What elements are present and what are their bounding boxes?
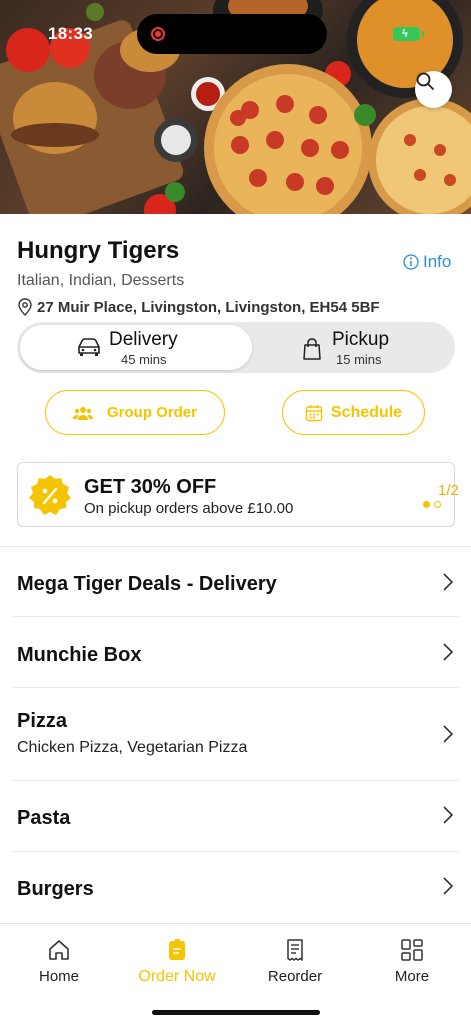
nav-order-now[interactable]: Order Now (118, 938, 236, 986)
receipt-icon (287, 939, 303, 961)
search-icon (416, 72, 434, 90)
divider (12, 780, 459, 781)
home-indicator[interactable] (152, 1010, 320, 1015)
category-title: Burgers (17, 878, 94, 900)
delivery-option[interactable]: Delivery 45 mins (20, 325, 252, 370)
chevron-right-icon (443, 643, 454, 661)
group-icon (72, 406, 93, 420)
promo-card[interactable]: GET 30% OFF On pickup orders above £10.0… (17, 462, 459, 527)
nav-reorder[interactable]: Reorder (236, 938, 354, 985)
chevron-right-icon (443, 806, 454, 824)
divider (12, 851, 459, 852)
nav-home[interactable]: Home (0, 938, 118, 985)
chevron-right-icon (443, 877, 454, 895)
restaurant-name: Hungry Tigers (17, 237, 180, 264)
chevron-right-icon (443, 725, 454, 743)
pickup-time: 15 mins (336, 352, 382, 367)
category-title: Mega Tiger Deals - Delivery (17, 573, 277, 595)
pickup-label: Pickup (332, 329, 390, 350)
chevron-right-icon (443, 573, 454, 591)
divider (0, 546, 471, 547)
delivery-label: Delivery (109, 329, 178, 350)
info-button[interactable]: Info (403, 252, 451, 272)
status-time: 18:33 (48, 24, 93, 43)
group-order-button[interactable]: Group Order (45, 390, 225, 435)
schedule-label: Schedule (330, 403, 403, 421)
nav-more-label: More (394, 968, 430, 985)
bottom-nav: Home Order Now Reorder More (0, 923, 471, 1024)
pickup-option[interactable]: Pickup 15 mins (252, 325, 452, 370)
carousel-dot (434, 501, 441, 508)
hero-banner: 18:33 ϟ (0, 0, 471, 214)
delivery-time: 45 mins (121, 352, 167, 367)
category-title: Munchie Box (17, 644, 142, 666)
address-text: 27 Muir Place, Livingston, Livingston, E… (37, 298, 380, 316)
divider (12, 616, 459, 617)
calendar-icon (305, 404, 323, 421)
promo-title: GET 30% OFF (84, 476, 217, 498)
restaurant-cuisines: Italian, Indian, Desserts (17, 272, 185, 289)
category-title: Pasta (17, 807, 71, 829)
nav-reorder-label: Reorder (267, 968, 323, 985)
dynamic-island (137, 14, 327, 54)
divider (12, 687, 459, 688)
recording-icon (151, 27, 165, 41)
battery-icon: ϟ (393, 27, 424, 41)
nav-order-now-label: Order Now (138, 968, 216, 985)
nav-more[interactable]: More (353, 938, 471, 985)
category-title: Pizza (17, 710, 68, 732)
shopping-bag-icon (303, 338, 321, 360)
promo-subtitle: On pickup orders above £10.00 (84, 500, 294, 517)
restaurant-address: 27 Muir Place, Livingston, Livingston, E… (17, 298, 380, 316)
grid-icon (401, 939, 423, 961)
home-icon (49, 940, 69, 960)
order-type-toggle: Delivery 45 mins Pickup 15 mins (17, 322, 455, 373)
car-icon (78, 338, 100, 356)
schedule-button[interactable]: Schedule (282, 390, 425, 435)
location-pin-icon (18, 298, 32, 316)
carousel-dot-active (423, 501, 430, 508)
search-button[interactable] (415, 71, 452, 108)
discount-badge-icon (29, 475, 71, 515)
category-subtitle: Chicken Pizza, Vegetarian Pizza (17, 739, 248, 756)
order-icon (169, 939, 185, 960)
group-order-label: Group Order (106, 404, 197, 421)
info-icon (403, 254, 419, 270)
promo-counter: 1/2 (438, 482, 459, 499)
info-label: Info (423, 252, 452, 271)
nav-home-label: Home (38, 968, 79, 985)
